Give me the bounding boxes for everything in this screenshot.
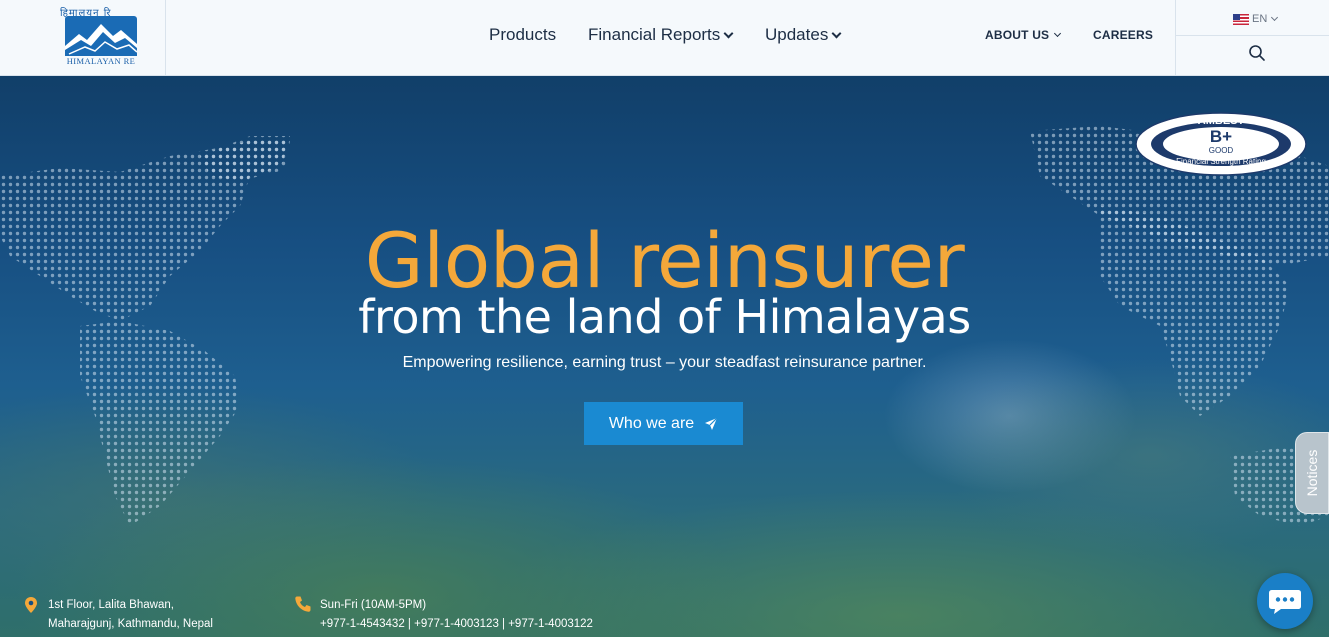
chevron-down-icon xyxy=(1054,29,1062,38)
nav-products-label: Products xyxy=(489,25,557,44)
site-header: हिमालयन रि HIMALAYAN RE Products Financi… xyxy=(0,0,1329,76)
rating-grade: B+ xyxy=(1209,127,1233,146)
nav-careers[interactable]: CAREERS xyxy=(1093,28,1153,42)
who-we-are-button[interactable]: Who we are xyxy=(584,402,743,445)
phone-numbers[interactable]: +977-1-4543432 | +977-1-4003123 | +977-1… xyxy=(320,615,593,634)
chat-bubble-icon xyxy=(1269,590,1301,614)
rating-agency: AMBEST xyxy=(1197,115,1245,127)
logo-text: HIMALAYAN RE xyxy=(66,56,136,66)
nav-about-us-label: ABOUT US xyxy=(985,28,1050,42)
nav-careers-label: CAREERS xyxy=(1093,28,1154,42)
chevron-down-icon xyxy=(831,28,842,38)
mountain-logo-icon xyxy=(65,16,137,56)
hero-subtitle-line: from the land of Himalayas xyxy=(358,290,971,344)
language-selector[interactable]: EN xyxy=(1233,13,1279,25)
rating-label: GOOD xyxy=(1208,146,1234,155)
hero-section: AMBEST B+ GOOD Financial Strength Rating… xyxy=(0,76,1329,637)
chat-button[interactable] xyxy=(1257,573,1313,629)
contact-phone: Sun-Fri (10AM-5PM) +977-1-4543432 | +977… xyxy=(320,596,593,634)
notices-label: Notices xyxy=(1304,449,1320,497)
nav-financial-reports-label: Financial Reports xyxy=(588,25,721,44)
nav-financial-reports[interactable]: Financial Reports xyxy=(588,25,734,45)
nav-updates-label: Updates xyxy=(765,25,829,44)
language-label: EN xyxy=(1252,13,1268,25)
contact-address: 1st Floor, Lalita Bhawan, Maharajgunj, K… xyxy=(48,596,213,634)
chevron-down-icon xyxy=(723,28,734,38)
nav-updates[interactable]: Updates xyxy=(765,25,842,45)
chevron-down-icon xyxy=(1271,13,1279,22)
phone-icon xyxy=(295,596,311,612)
rating-caption: Financial Strength Rating xyxy=(1176,157,1266,166)
nav-about-us[interactable]: ABOUT US xyxy=(985,28,1062,42)
search-icon[interactable] xyxy=(1248,44,1266,62)
who-we-are-label: Who we are xyxy=(608,414,695,432)
location-pin-icon xyxy=(25,597,37,613)
address-line-2: Maharajgunj, Kathmandu, Nepal xyxy=(48,618,213,630)
hero-tagline: Empowering resilience, earning trust – y… xyxy=(402,354,927,371)
us-flag-icon xyxy=(1233,13,1249,25)
address-line-1: 1st Floor, Lalita Bhawan, xyxy=(48,599,174,611)
ambest-rating-badge: AMBEST B+ GOOD Financial Strength Rating xyxy=(1134,111,1308,177)
paper-plane-icon xyxy=(705,417,718,430)
office-hours: Sun-Fri (10AM-5PM) xyxy=(320,599,427,611)
utility-panel: EN xyxy=(1175,0,1329,75)
logo[interactable]: हिमालयन रि HIMALAYAN RE xyxy=(0,0,166,75)
nav-products[interactable]: Products xyxy=(489,25,556,45)
divider xyxy=(1176,35,1329,36)
notices-tab[interactable]: Notices xyxy=(1295,432,1329,514)
